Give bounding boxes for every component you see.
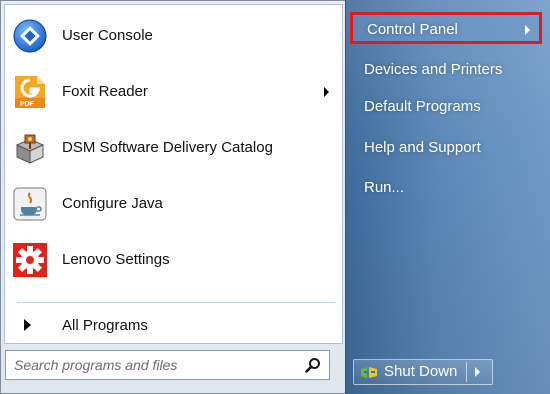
program-configure-java[interactable]: Configure Java	[6, 179, 341, 229]
foxit-reader-icon: PDF	[15, 76, 45, 108]
left-frame: User Console PDF Foxit Reader DSM Softwa…	[0, 0, 347, 394]
program-dsm-catalog[interactable]: DSM Software Delivery Catalog	[6, 123, 341, 173]
submenu-arrow-icon	[525, 25, 530, 35]
help-and-support-label: Help and Support	[364, 139, 481, 156]
shutdown-options-arrow-icon[interactable]	[475, 367, 480, 377]
search-icon[interactable]	[305, 357, 321, 373]
shield-icon	[361, 367, 377, 378]
all-programs-label: All Programs	[62, 317, 148, 334]
default-programs-label: Default Programs	[364, 98, 481, 115]
programs-separator	[17, 302, 335, 303]
search-input[interactable]	[6, 351, 299, 379]
devices-and-printers-link[interactable]: Devices and Printers	[346, 52, 542, 88]
program-user-console[interactable]: User Console	[6, 11, 341, 61]
dsm-catalog-icon	[15, 134, 45, 164]
control-panel-label: Control Panel	[367, 21, 458, 38]
program-foxit-reader[interactable]: PDF Foxit Reader	[6, 67, 341, 117]
shut-down-button[interactable]: Shut Down	[353, 359, 493, 385]
program-label: Configure Java	[62, 195, 163, 212]
program-label: Foxit Reader	[62, 83, 148, 100]
java-icon	[13, 187, 47, 221]
user-console-icon	[13, 19, 47, 53]
run-link[interactable]: Run...	[346, 170, 542, 206]
lenovo-settings-icon	[13, 243, 47, 277]
program-lenovo-settings[interactable]: Lenovo Settings	[6, 235, 341, 285]
program-label: Lenovo Settings	[62, 251, 170, 268]
shut-down-label: Shut Down	[384, 363, 458, 380]
all-programs-item[interactable]: All Programs	[6, 307, 341, 343]
program-label: User Console	[62, 27, 153, 44]
submenu-arrow-icon	[324, 87, 329, 97]
start-menu: User Console PDF Foxit Reader DSM Softwa…	[0, 0, 550, 394]
program-label: DSM Software Delivery Catalog	[62, 139, 273, 156]
search-box[interactable]	[5, 350, 330, 380]
help-and-support-link[interactable]: Help and Support	[346, 130, 542, 166]
system-links-pane: Control Panel Devices and Printers Defau…	[345, 0, 550, 394]
pinned-programs-pane: User Console PDF Foxit Reader DSM Softwa…	[4, 4, 343, 344]
default-programs-link[interactable]: Default Programs	[346, 89, 542, 125]
devices-and-printers-label: Devices and Printers	[364, 61, 503, 78]
svg-text:PDF: PDF	[20, 101, 35, 108]
control-panel-link[interactable]: Control Panel	[350, 12, 542, 44]
button-divider	[466, 362, 467, 382]
expand-arrow-icon	[24, 319, 31, 331]
run-label: Run...	[364, 179, 405, 196]
